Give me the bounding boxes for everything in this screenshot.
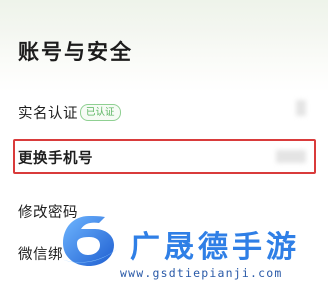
- watermark-logo-icon: [61, 216, 117, 266]
- account-security-page: 账号与安全 实名认证 已认证 更换手机号 修改密码 微信绑 广晟德手游 www.…: [0, 0, 328, 295]
- row-label: 更换手机号: [18, 151, 93, 167]
- row-label: 微信绑: [18, 247, 63, 263]
- blurred-value: [296, 100, 306, 116]
- row-real-name-verification[interactable]: 实名认证 已认证: [0, 92, 328, 132]
- row-label: 实名认证: [18, 106, 78, 122]
- watermark-brand-name: 广晟德手游: [130, 230, 300, 265]
- blurred-phone-value: [276, 150, 306, 163]
- row-change-phone[interactable]: 更换手机号: [0, 137, 328, 177]
- watermark-url: www.gsdtiepianji.com: [120, 266, 283, 280]
- page-title: 账号与安全: [18, 40, 133, 64]
- verified-badge: 已认证: [80, 104, 121, 121]
